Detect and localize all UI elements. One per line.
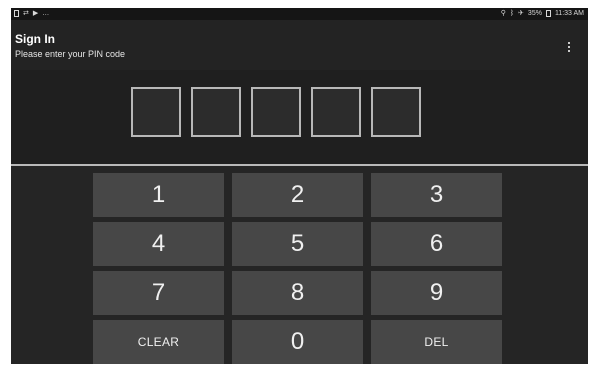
delete-button[interactable]: DEL — [371, 320, 502, 364]
clock: 11:33 AM — [554, 10, 584, 17]
key-2[interactable]: 2 — [232, 173, 363, 217]
page-title: Sign In — [15, 32, 55, 46]
airplane-mode-icon: ✈ — [518, 10, 524, 17]
key-4[interactable]: 4 — [93, 222, 224, 266]
sim-card-icon — [14, 10, 19, 17]
play-store-icon: ▶ — [32, 10, 39, 17]
key-9[interactable]: 9 — [371, 271, 502, 315]
pin-digit-box[interactable] — [311, 87, 361, 137]
more-notifications-icon: … — [42, 10, 50, 17]
pin-digit-box[interactable] — [371, 87, 421, 137]
status-bar: ⇄ ▶ … ⚲ ᛒ ✈ 35% 11:33 AM — [11, 8, 588, 20]
pin-boxes — [131, 87, 421, 137]
app-bar: Sign In Please enter your PIN code — [11, 20, 588, 70]
status-right-icons: ⚲ ᛒ ✈ 35% 11:33 AM — [501, 10, 584, 17]
pin-entry-area — [11, 70, 588, 164]
status-left-icons: ⇄ ▶ … — [14, 10, 49, 17]
usb-icon: ⇄ — [23, 10, 29, 17]
more-vertical-icon[interactable] — [564, 42, 574, 58]
key-5[interactable]: 5 — [232, 222, 363, 266]
battery-icon — [545, 10, 551, 17]
device-screen: ⇄ ▶ … ⚲ ᛒ ✈ 35% 11:33 AM Sign In Please … — [11, 8, 588, 364]
bluetooth-icon: ᛒ — [509, 10, 515, 17]
key-1[interactable]: 1 — [93, 173, 224, 217]
keypad-area: 1 2 3 4 5 6 7 8 9 CLEAR 0 DEL — [11, 166, 588, 364]
battery-percent: 35% — [527, 10, 542, 17]
key-3[interactable]: 3 — [371, 173, 502, 217]
pin-digit-box[interactable] — [191, 87, 241, 137]
location-icon: ⚲ — [500, 10, 506, 17]
pin-digit-box[interactable] — [131, 87, 181, 137]
pin-digit-box[interactable] — [251, 87, 301, 137]
page-subtitle: Please enter your PIN code — [15, 49, 126, 59]
key-0[interactable]: 0 — [232, 320, 363, 364]
clear-button[interactable]: CLEAR — [93, 320, 224, 364]
keypad: 1 2 3 4 5 6 7 8 9 CLEAR 0 DEL — [93, 173, 502, 364]
key-6[interactable]: 6 — [371, 222, 502, 266]
key-8[interactable]: 8 — [232, 271, 363, 315]
key-7[interactable]: 7 — [93, 271, 224, 315]
